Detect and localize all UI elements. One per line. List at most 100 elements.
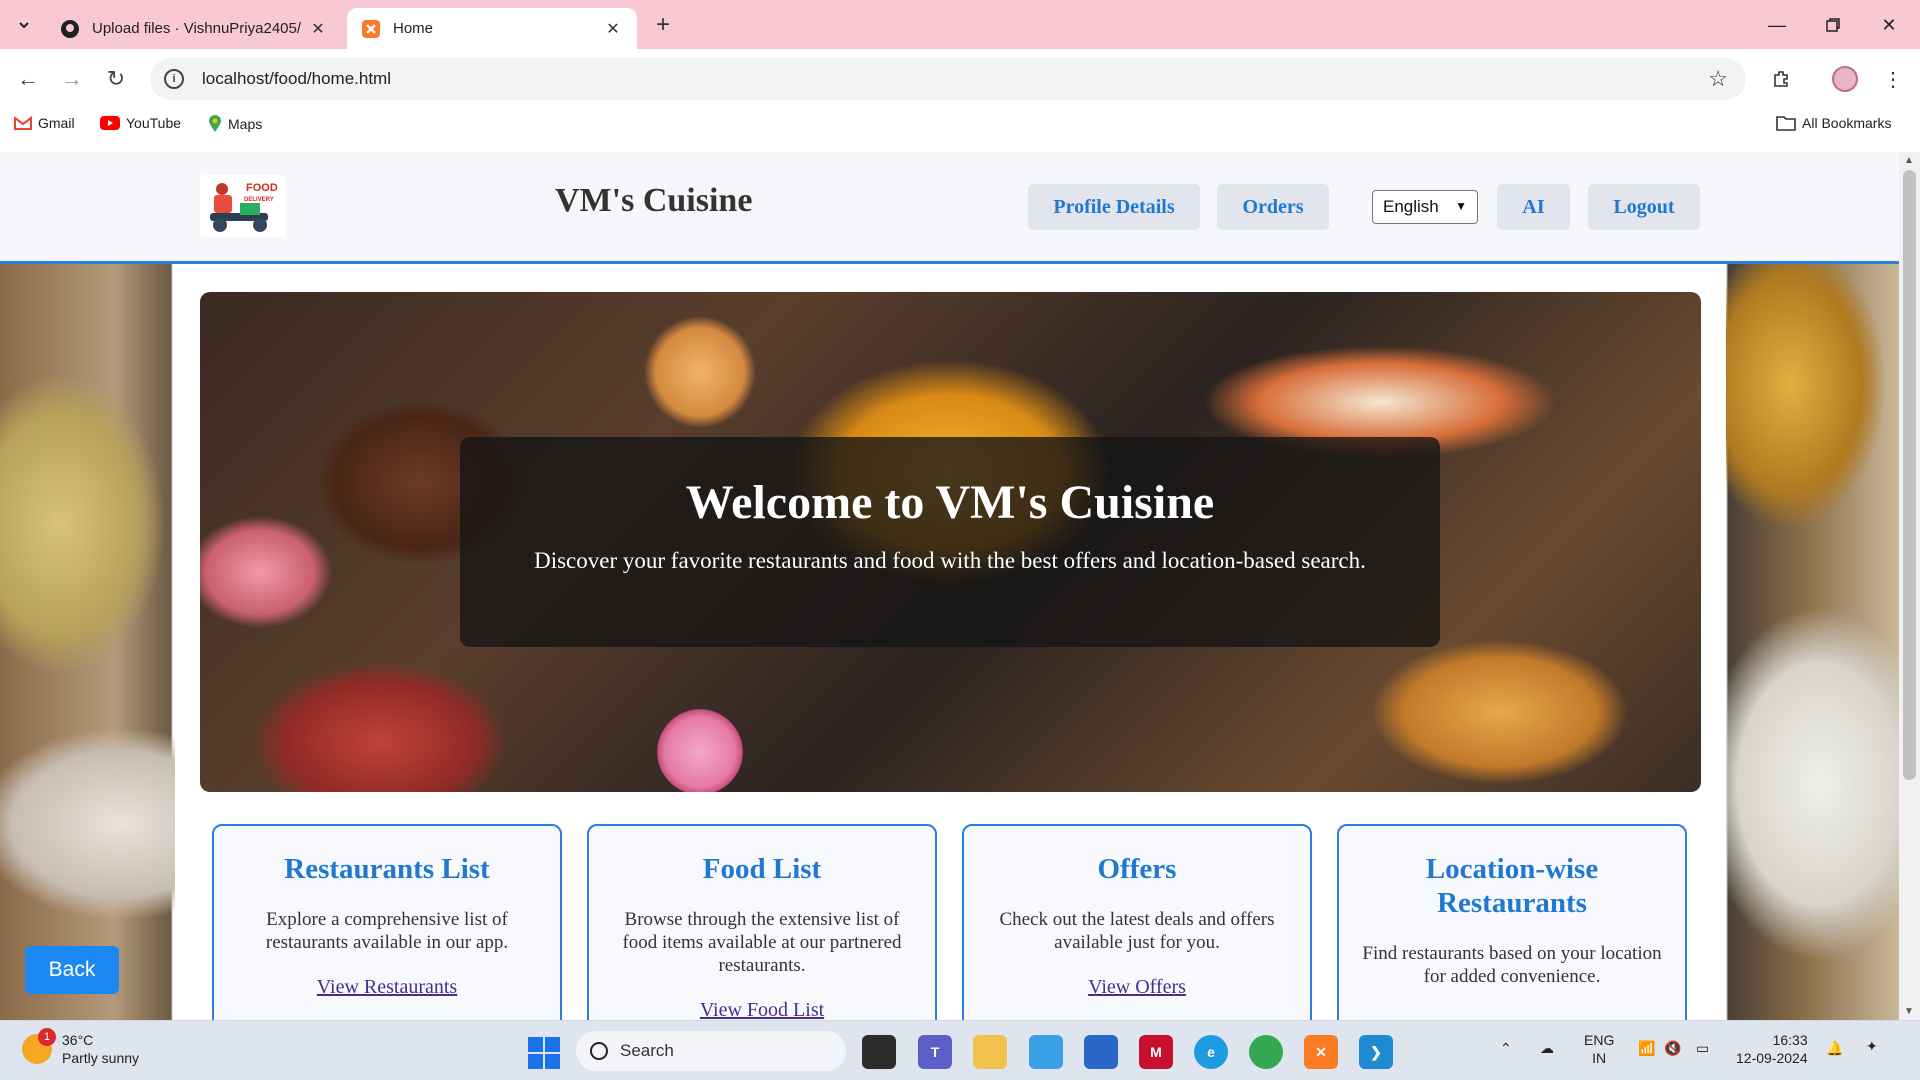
ai-button[interactable]: AI	[1497, 184, 1570, 230]
reload-icon[interactable]: ↻	[100, 63, 132, 95]
weather-app-icon[interactable]	[1029, 1035, 1063, 1069]
region-code: IN	[1592, 1050, 1607, 1066]
restore-icon[interactable]	[1818, 12, 1848, 38]
bookmark-youtube[interactable]: YouTube	[100, 115, 181, 131]
svg-text:DELIVERY: DELIVERY	[244, 197, 274, 203]
scrollbar-thumb[interactable]	[1903, 170, 1916, 780]
weather-temperature: 36°C	[62, 1032, 94, 1048]
clock-date: 12-09-2024	[1736, 1050, 1808, 1066]
maps-pin-icon	[208, 115, 222, 133]
profile-details-button[interactable]: Profile Details	[1028, 184, 1200, 230]
card-title: Restaurants List	[284, 853, 490, 885]
language-indicator[interactable]: ENG IN	[1584, 1031, 1614, 1067]
bookmark-star-icon[interactable]: ☆	[1708, 66, 1728, 92]
teams-icon[interactable]: T	[918, 1035, 952, 1069]
back-arrow-icon[interactable]: ←	[12, 63, 44, 95]
language-selected-value: English	[1383, 197, 1439, 216]
language-select[interactable]: English ▼	[1372, 190, 1478, 224]
folder-icon	[1776, 115, 1796, 131]
windows-start-icon[interactable]	[528, 1037, 560, 1069]
scroll-down-icon[interactable]: ▼	[1904, 1006, 1914, 1017]
card-description: Explore a comprehensive list of restaura…	[265, 909, 509, 953]
more-menu-icon[interactable]: ⋮	[1876, 62, 1910, 96]
window-close-icon[interactable]: ✕	[1874, 12, 1904, 38]
site-header: FOOD DELIVERY VM's Cuisine Profile Detai…	[0, 152, 1899, 264]
logout-button[interactable]: Logout	[1588, 184, 1700, 230]
chevron-down-icon: ▼	[1455, 199, 1467, 213]
card-title: Location-wise Restaurants	[1425, 853, 1599, 919]
bookmarks-bar: Gmail YouTube Maps All Bookmarks	[0, 109, 1920, 141]
back-button[interactable]: Back	[25, 946, 119, 994]
windows-taskbar: 1 36°C Partly sunny Search T M e ✕ ❯ ⌃ ☁…	[0, 1020, 1920, 1080]
hero-overlay: Welcome to VM's Cuisine Discover your fa…	[460, 437, 1440, 647]
weather-sun-icon: 1	[22, 1028, 56, 1064]
view-offers-link[interactable]: View Offers	[1088, 976, 1186, 999]
hero-subtitle: Discover your favorite restaurants and f…	[534, 548, 1366, 573]
onedrive-icon[interactable]: ☁	[1540, 1039, 1554, 1057]
taskbar-search[interactable]: Search	[576, 1031, 846, 1071]
card-location-wise-restaurants: Location-wise Restaurants Find restauran…	[1337, 824, 1687, 1020]
extensions-icon[interactable]	[1764, 62, 1798, 96]
svg-text:FOOD: FOOD	[246, 182, 278, 194]
xampp-icon[interactable]: ✕	[1304, 1035, 1338, 1069]
youtube-icon	[100, 116, 120, 130]
site-info-icon[interactable]: i	[164, 69, 184, 89]
task-view-icon[interactable]	[862, 1035, 896, 1069]
minimize-icon[interactable]: —	[1762, 12, 1792, 38]
new-tab-button[interactable]: +	[650, 11, 676, 38]
page-viewport: FOOD DELIVERY VM's Cuisine Profile Detai…	[0, 152, 1899, 1020]
xampp-icon	[361, 19, 381, 39]
chrome-icon[interactable]	[1249, 1035, 1283, 1069]
address-bar[interactable]: i localhost/food/home.html ☆	[150, 58, 1746, 100]
site-title: VM's Cuisine	[555, 182, 753, 219]
all-bookmarks[interactable]: All Bookmarks	[1776, 115, 1891, 131]
bookmark-label: Gmail	[38, 115, 75, 131]
weather-widget[interactable]: 1 36°C Partly sunny	[22, 1028, 140, 1067]
close-icon[interactable]: ✕	[308, 19, 328, 39]
scroll-up-icon[interactable]: ▲	[1904, 155, 1914, 166]
orders-button[interactable]: Orders	[1217, 184, 1329, 230]
forward-arrow-icon[interactable]: →	[56, 63, 88, 95]
bookmark-label: Maps	[228, 116, 263, 132]
notification-badge: 1	[38, 1028, 56, 1046]
url-text[interactable]: localhost/food/home.html	[202, 69, 391, 89]
tab-title: Home	[393, 20, 434, 37]
tab-upload-files[interactable]: Upload files · VishnuPriya2405/ ✕	[46, 8, 342, 49]
battery-icon[interactable]: ▭	[1696, 1039, 1709, 1057]
gmail-icon	[14, 116, 32, 130]
show-hidden-icons-chevron-icon[interactable]: ⌃	[1500, 1039, 1512, 1057]
bookmark-gmail[interactable]: Gmail	[14, 115, 75, 131]
card-title: Food List	[702, 853, 822, 885]
page-scrollbar[interactable]: ▲ ▼	[1899, 152, 1920, 1020]
wifi-icon[interactable]: 📶	[1638, 1039, 1655, 1057]
card-restaurants-list: Restaurants List Explore a comprehensive…	[212, 824, 562, 1020]
view-restaurants-link[interactable]: View Restaurants	[317, 976, 457, 999]
taskbar-search-label: Search	[620, 1041, 674, 1060]
feature-cards: Restaurants List Explore a comprehensive…	[212, 824, 1692, 1020]
microsoft-store-icon[interactable]	[1084, 1035, 1118, 1069]
close-icon[interactable]: ✕	[603, 19, 623, 39]
clock[interactable]: 16:33 12-09-2024	[1736, 1031, 1808, 1067]
card-food-list: Food List Browse through the extensive l…	[587, 824, 937, 1020]
file-explorer-icon[interactable]	[973, 1035, 1007, 1069]
notifications-bell-icon[interactable]: 🔔	[1826, 1039, 1843, 1057]
all-bookmarks-label: All Bookmarks	[1802, 115, 1892, 131]
tab-search-chevron-icon[interactable]	[10, 11, 38, 39]
tab-home[interactable]: Home ✕	[347, 8, 637, 49]
browser-tab-bar: Upload files · VishnuPriya2405/ ✕ Home ✕…	[0, 0, 1920, 49]
github-icon	[60, 19, 80, 39]
weather-description: Partly sunny	[62, 1050, 140, 1066]
view-food-list-link[interactable]: View Food List	[700, 999, 824, 1020]
volume-muted-icon[interactable]: 🔇	[1664, 1039, 1681, 1057]
bookmark-maps[interactable]: Maps	[208, 115, 262, 133]
mcafee-icon[interactable]: M	[1139, 1035, 1173, 1069]
vscode-icon[interactable]: ❯	[1359, 1035, 1393, 1069]
copilot-icon[interactable]: ✦	[1866, 1037, 1878, 1055]
hero-banner: Welcome to VM's Cuisine Discover your fa…	[200, 292, 1701, 792]
language-code: ENG	[1584, 1032, 1615, 1048]
card-title: Offers	[1097, 853, 1177, 885]
profile-avatar[interactable]	[1828, 62, 1862, 96]
edge-icon[interactable]: e	[1194, 1035, 1228, 1069]
card-description: Check out the latest deals and offers av…	[999, 909, 1275, 953]
search-icon	[590, 1042, 608, 1060]
